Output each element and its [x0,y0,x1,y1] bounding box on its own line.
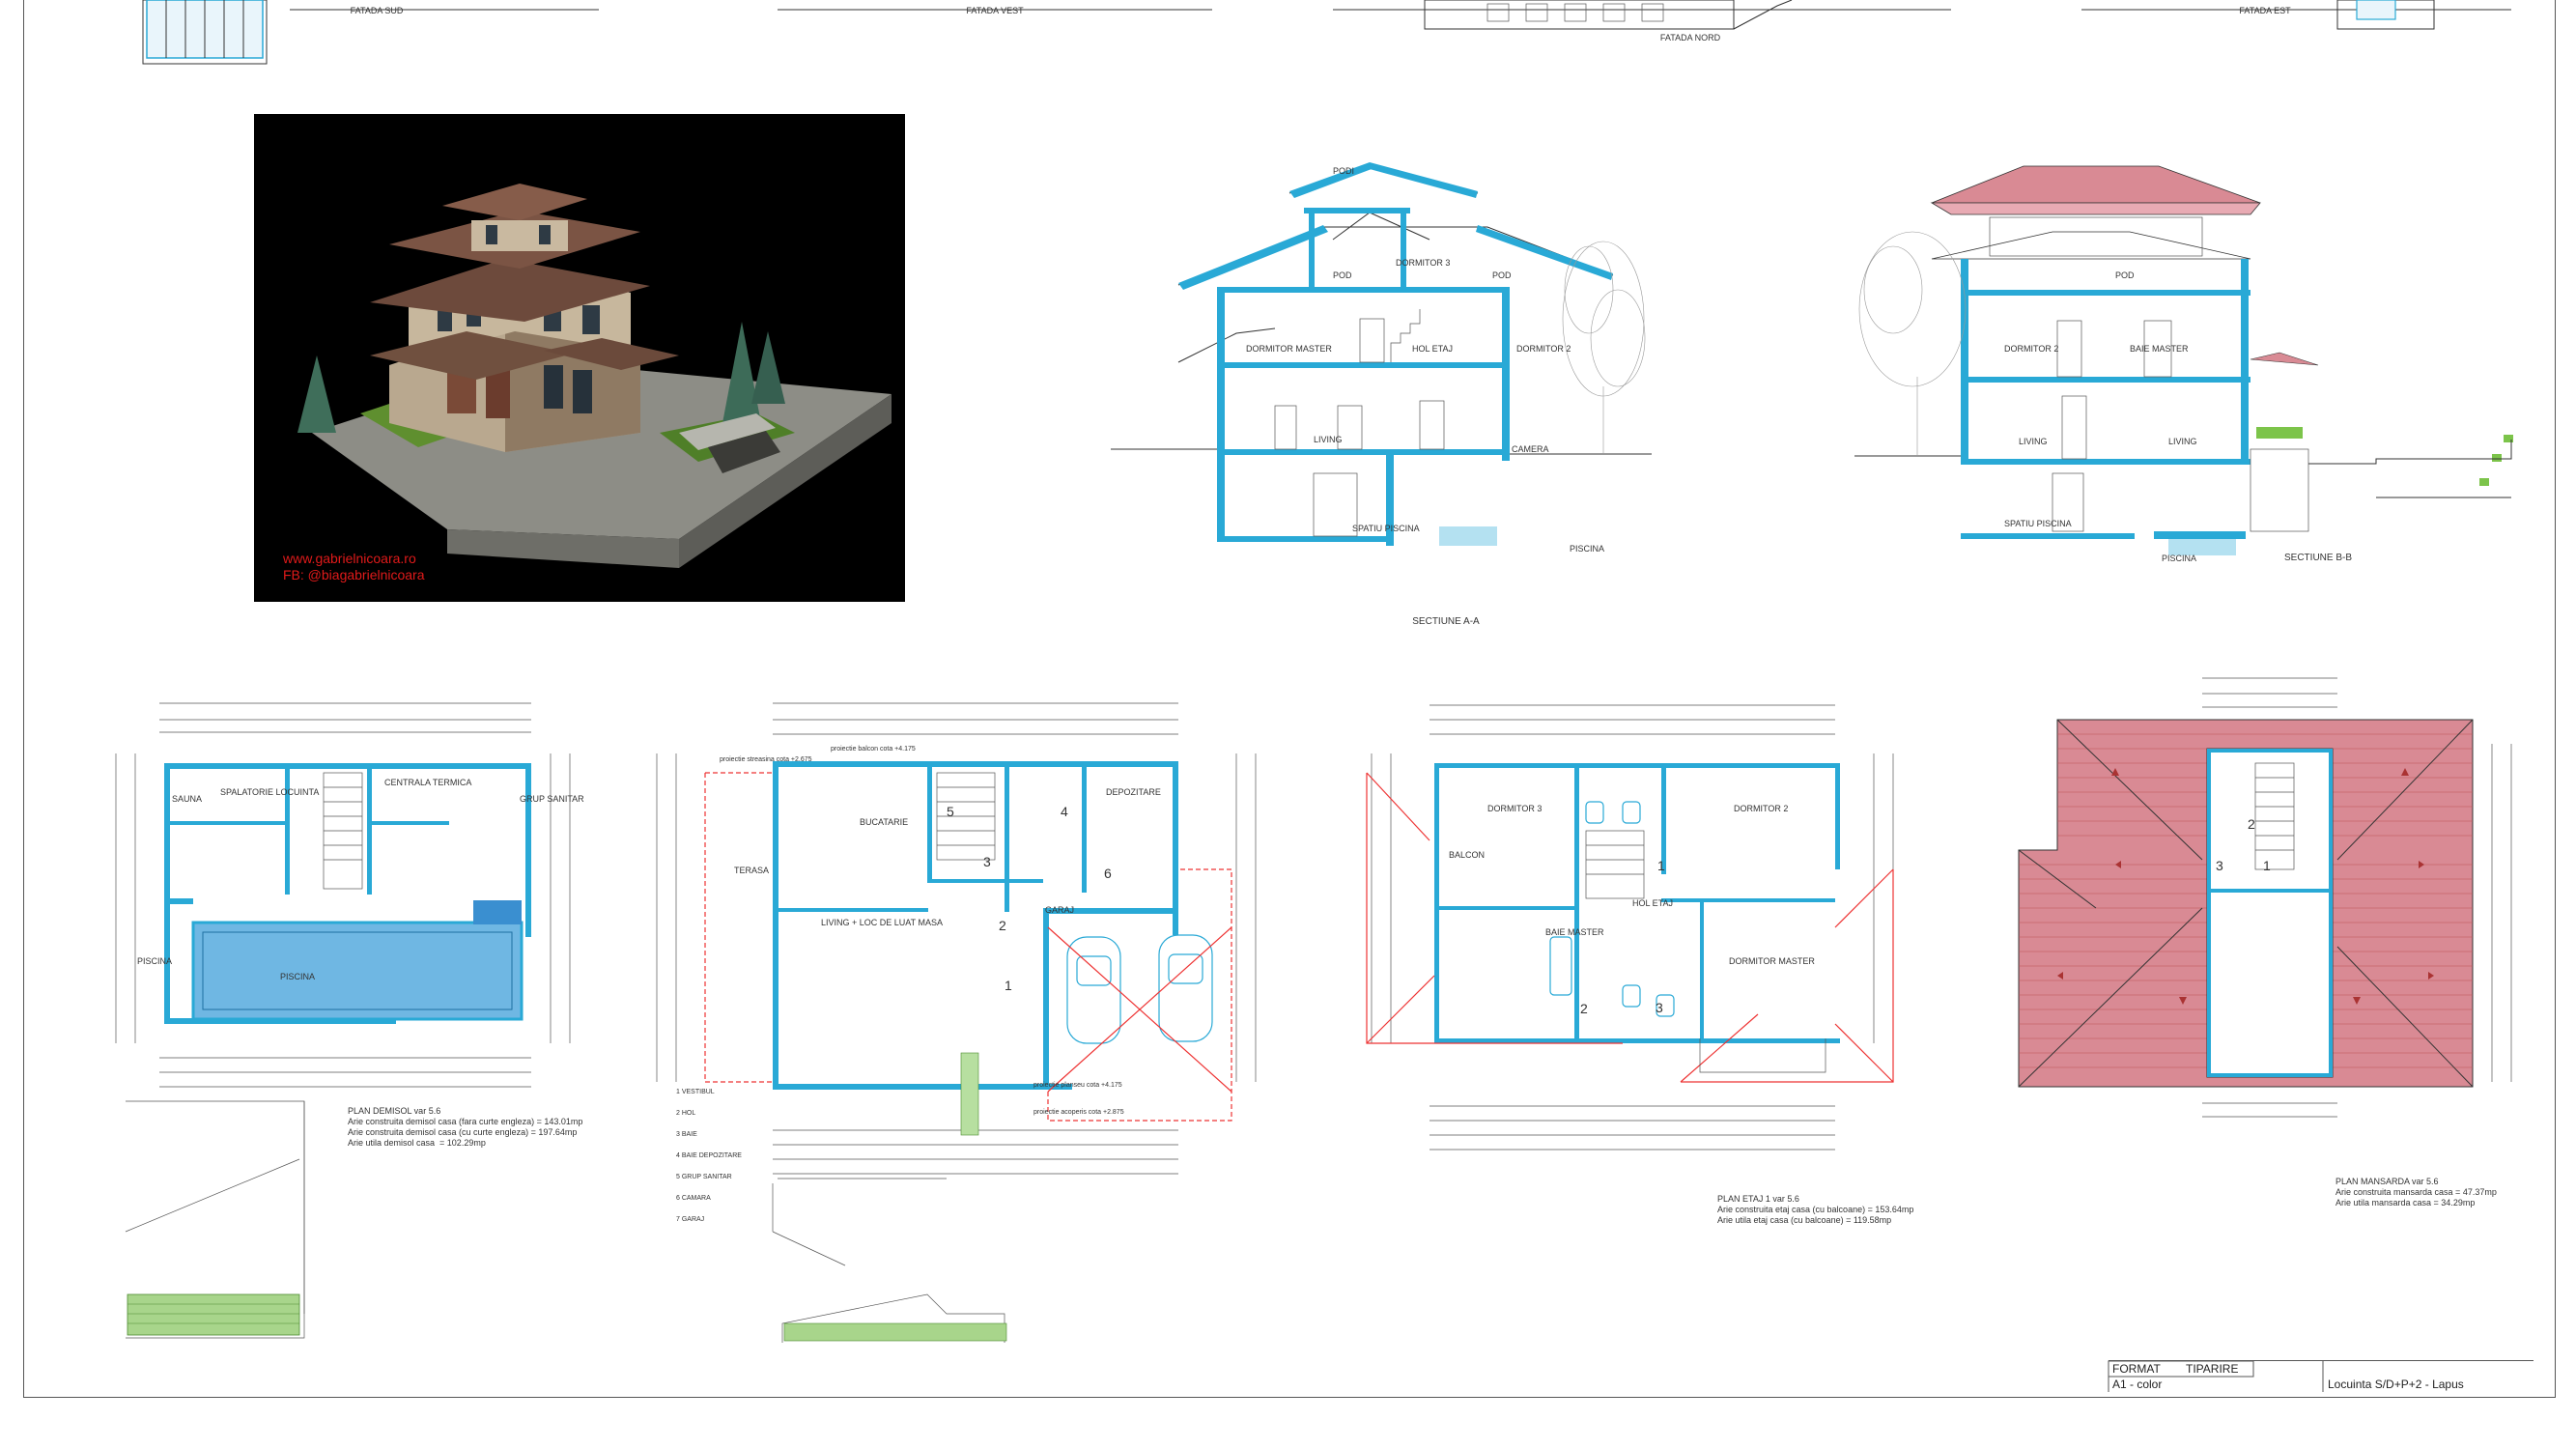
parter-room-bucatarie: BUCATARIE [860,817,909,827]
mansarda-number-1: 1 [2263,858,2271,873]
plan-parter [656,702,1257,1343]
section-b-room-dormitor2: DORMITOR 2 [2004,344,2059,354]
legend-item-6: 6 CAMARA [676,1195,711,1202]
parter-number-6: 6 [1104,866,1112,881]
section-a-room-spatiu-piscina: SPATIU PISCINA [1352,524,1420,533]
etaj-room-hol: HOL ETAJ [1632,898,1674,908]
section-a-room-pod2: POD [1492,270,1512,280]
legend-item-2: 2 HOL [676,1110,696,1117]
section-a-title: SECTIUNE A-A [1412,616,1480,627]
etaj-room-dormitor2: DORMITOR 2 [1734,804,1789,813]
mansarda-number-2: 2 [2248,816,2255,832]
etaj-room-balcon: BALCON [1449,850,1486,860]
etaj-number-1: 1 [1657,858,1665,873]
room-legend: 1 VESTIBUL 2 HOL 3 BAIE 4 BAIE DEPOZITAR… [676,1082,742,1231]
parter-note-streasina: proiectie streasina cota +2.675 [720,756,812,763]
demisol-pool-label: PISCINA [280,972,316,981]
parter-room-depozitare: DEPOZITARE [1106,787,1161,797]
website-link[interactable]: www.gabrielnicoara.ro [283,551,425,567]
etaj-room-dormitor-master: DORMITOR MASTER [1729,956,1815,966]
parter-number-3: 3 [983,854,991,869]
legend-item-7: 7 GARAJ [676,1216,705,1223]
demisol-title: PLAN DEMISOL var 5.6 [348,1106,441,1116]
title-block-format-label: FORMAT [2112,1362,2161,1376]
demisol-room-grup-sanitar: GRUP SANITAR [520,794,584,804]
elevation-label-vest: FATADA VEST [966,6,1024,15]
section-b-room-baie-master: BAIE MASTER [2130,344,2189,354]
legend-item-1: 1 VESTIBUL [676,1089,715,1095]
legend-item-5: 5 GRUP SANITAR [676,1174,732,1180]
parter-room-living: LIVING + LOC DE LUAT MASA [821,918,943,927]
section-a-room-hol-etaj: HOL ETAJ [1412,344,1454,354]
parter-number-4: 4 [1061,804,1068,819]
section-b-room-spatiu-piscina: SPATIU PISCINA [2004,519,2072,528]
section-a-room-podi: PODI [1333,166,1355,176]
plan-demisol [115,702,571,1339]
demisol-area-1: Arie construita demisol casa (fara curte… [348,1117,583,1126]
etaj-plan-notes: PLAN ETAJ 1 var 5.6 Arie construita etaj… [1717,1194,1913,1226]
render-image: www.gabrielnicoara.ro FB: @biagabrielnic… [254,114,905,602]
etaj-room-dormitor3: DORMITOR 3 [1487,804,1543,813]
etaj-title: PLAN ETAJ 1 var 5.6 [1717,1194,1799,1204]
title-block-print-label: TIPARIRE [2186,1362,2239,1376]
legend-item-4: 4 BAIE DEPOZITARE [676,1152,742,1159]
section-b-b [1854,165,2513,555]
section-a-room-piscina: PISCINA [1570,544,1605,554]
parter-note-planseu: proiectie planseu cota +4.175 [1033,1082,1122,1089]
demisol-room-piscina-label: PISCINA [137,956,173,966]
demisol-area-2: Arie construita demisol casa (cu curte e… [348,1127,578,1137]
mansarda-number-3: 3 [2216,858,2223,873]
parter-number-5: 5 [947,804,954,819]
demisol-plan-notes: PLAN DEMISOL var 5.6 Arie construita dem… [348,1106,582,1149]
demisol-area-3: Arie utila demisol casa = 102.29mp [348,1138,486,1148]
demisol-room-spalatorie: SPALATORIE LOCUINTA [220,787,320,797]
facebook-handle: FB: @biagabrielnicoara [283,567,425,582]
title-block-grid [2108,1360,2324,1392]
mansarda-area-2: Arie utila mansarda casa = 34.29mp [2335,1198,2476,1208]
title-block: FORMAT TIPARIRE A1 - color Locuinta S/D+… [2108,1360,2534,1392]
section-a-room-pod1: POD [1333,270,1352,280]
mansarda-area-1: Arie construita mansarda casa = 47.37mp [2335,1187,2497,1197]
elevation-label-sud: FATADA SUD [350,6,404,15]
house-render-illustration [297,184,892,568]
parter-note-acoperis: proiectie acoperis cota +2.875 [1033,1109,1124,1116]
mansarda-title: PLAN MANSARDA var 5.6 [2335,1177,2439,1186]
parter-room-garaj: GARAJ [1045,905,1075,915]
section-a-room-dormitor-master: DORMITOR MASTER [1246,344,1332,354]
section-b-room-piscina: PISCINA [2162,554,2197,563]
etaj-area-1: Arie construita etaj casa (cu balcoane) … [1717,1205,1914,1214]
demisol-room-centrala: CENTRALA TERMICA [384,778,472,787]
parter-note-balcon: proiectie balcon cota +4.175 [831,746,916,753]
etaj-number-2: 2 [1580,1001,1588,1016]
demisol-room-sauna: SAUNA [172,794,203,804]
render-watermark: www.gabrielnicoara.ro FB: @biagabrielnic… [283,551,425,583]
section-b-room-living1: LIVING [2019,437,2048,446]
etaj-room-baie-master: BAIE MASTER [1545,927,1604,937]
section-a-room-dormitor2: DORMITOR 2 [1516,344,1571,354]
plan-etaj-1 [1366,704,1894,1151]
parter-room-terasa: TERASA [734,866,770,875]
etaj-number-3: 3 [1656,1000,1663,1015]
title-block-project: Locuinta S/D+P+2 - Lapus [2328,1378,2464,1391]
etaj-area-2: Arie utila etaj casa (cu balcoane) = 119… [1717,1215,1892,1225]
mansarda-plan-notes: PLAN MANSARDA var 5.6 Arie construita ma… [2335,1177,2497,1208]
legend-item-3: 3 BAIE [676,1131,697,1138]
plan-mansarda [2018,677,2512,1118]
section-b-title: SECTIUNE B-B [2283,553,2353,563]
section-a-room-living: LIVING [1314,435,1343,444]
section-b-room-pod: POD [2115,270,2135,280]
elevation-label-nord: FATADA NORD [1659,33,1721,43]
title-block-format-value: A1 - color [2112,1378,2163,1391]
section-a-room-camera: CAMERA [1512,444,1549,454]
section-b-room-living2: LIVING [2168,437,2197,446]
parter-number-1: 1 [1005,978,1012,993]
section-a-room-dormitor3: DORMITOR 3 [1396,258,1451,268]
parter-number-2: 2 [999,918,1006,933]
elevation-label-est: FATADA EST [2239,6,2291,15]
